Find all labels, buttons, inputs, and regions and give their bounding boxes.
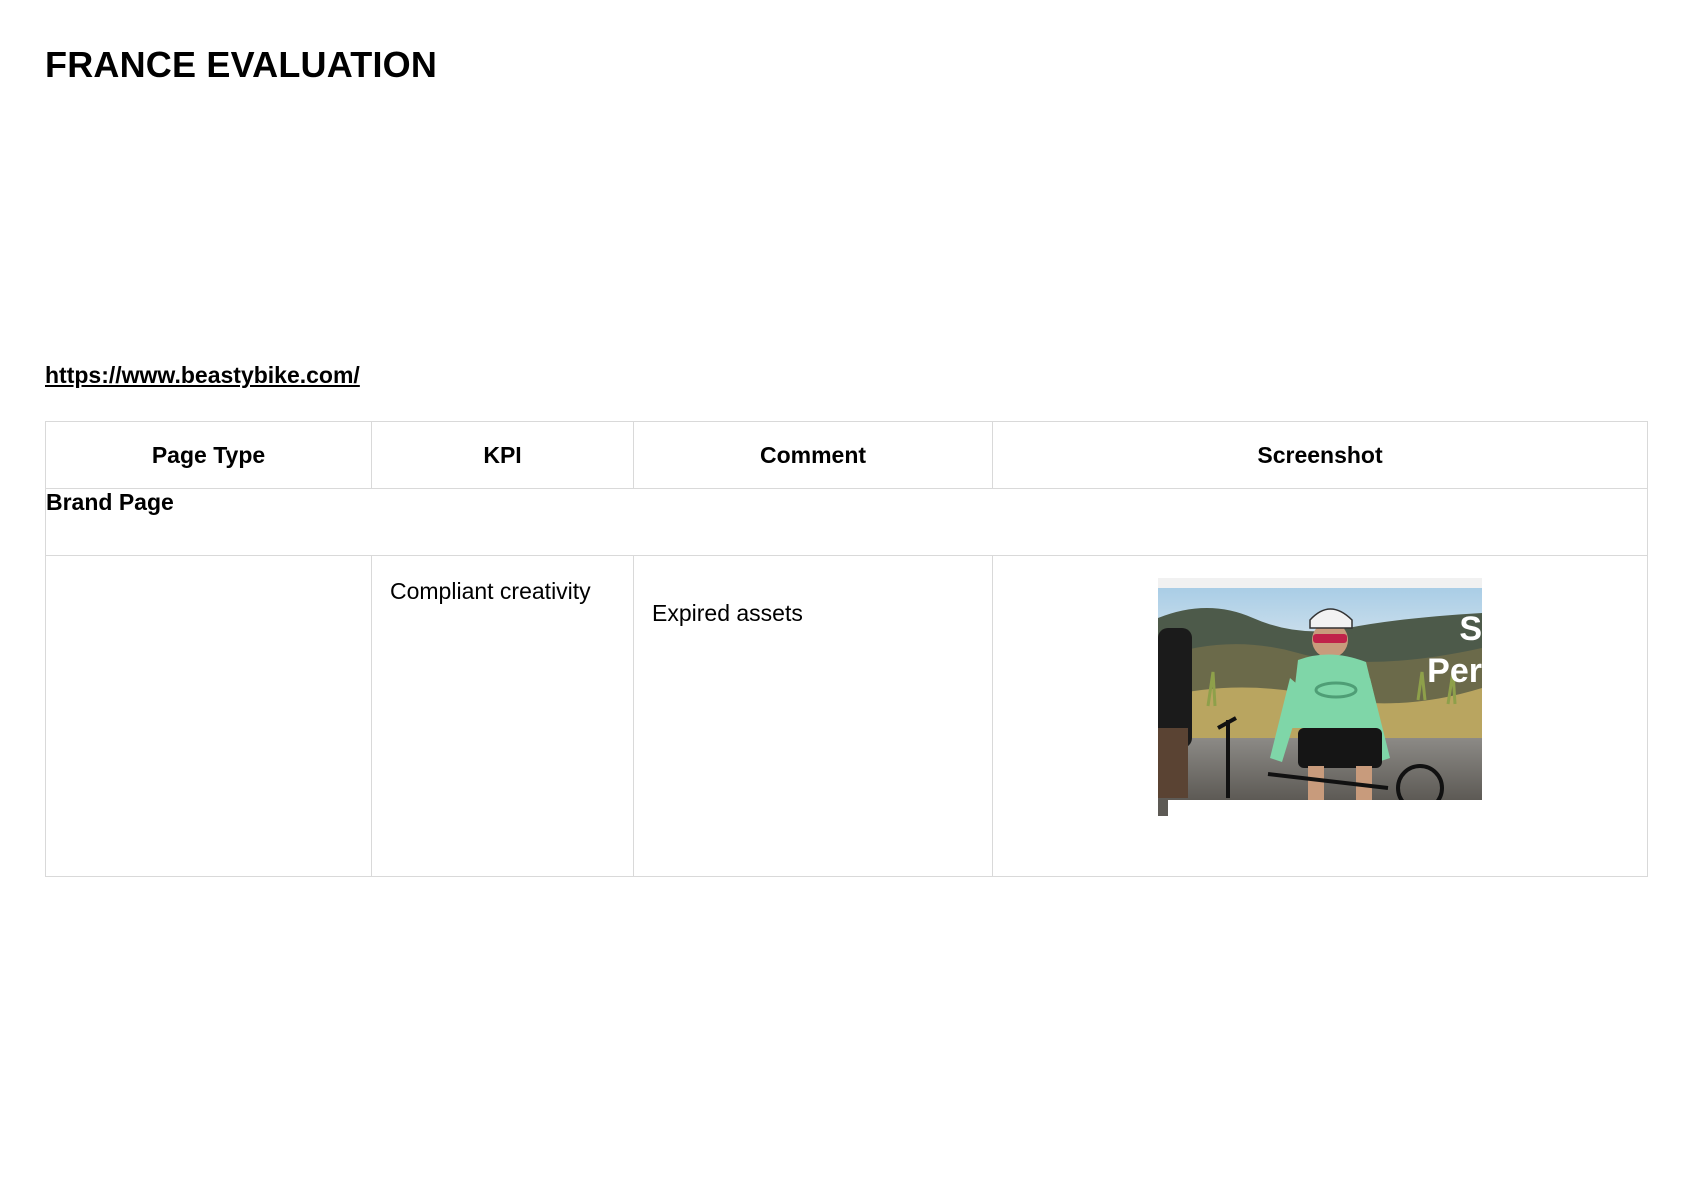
- comment-cell: Expired assets: [633, 555, 993, 877]
- section-label: Brand Page: [45, 488, 1648, 556]
- site-url-link[interactable]: https://www.beastybike.com/: [45, 362, 360, 389]
- screenshot-thumbnail[interactable]: S Per: [1158, 578, 1482, 816]
- header-comment: Comment: [633, 421, 993, 489]
- kpi-cell: Compliant creativity: [371, 555, 634, 877]
- header-page-type: Page Type: [45, 421, 372, 489]
- screenshot-overlay-text-2: Per: [1427, 652, 1482, 690]
- table-row: Compliant creativity Expired assets S Pe…: [45, 555, 1648, 877]
- screenshot-cell: S Per: [992, 555, 1648, 877]
- header-screenshot: Screenshot: [992, 421, 1648, 489]
- table-header-row: Page Type KPI Comment Screenshot: [45, 421, 1648, 489]
- evaluation-table: Page Type KPI Comment Screenshot Brand P…: [45, 421, 1648, 877]
- section-row: Brand Page: [45, 488, 1648, 556]
- page-title: FRANCE EVALUATION: [45, 44, 438, 85]
- page-type-cell: [45, 555, 372, 877]
- header-kpi: KPI: [371, 421, 634, 489]
- screenshot-overlay-text-1: S: [1459, 610, 1482, 648]
